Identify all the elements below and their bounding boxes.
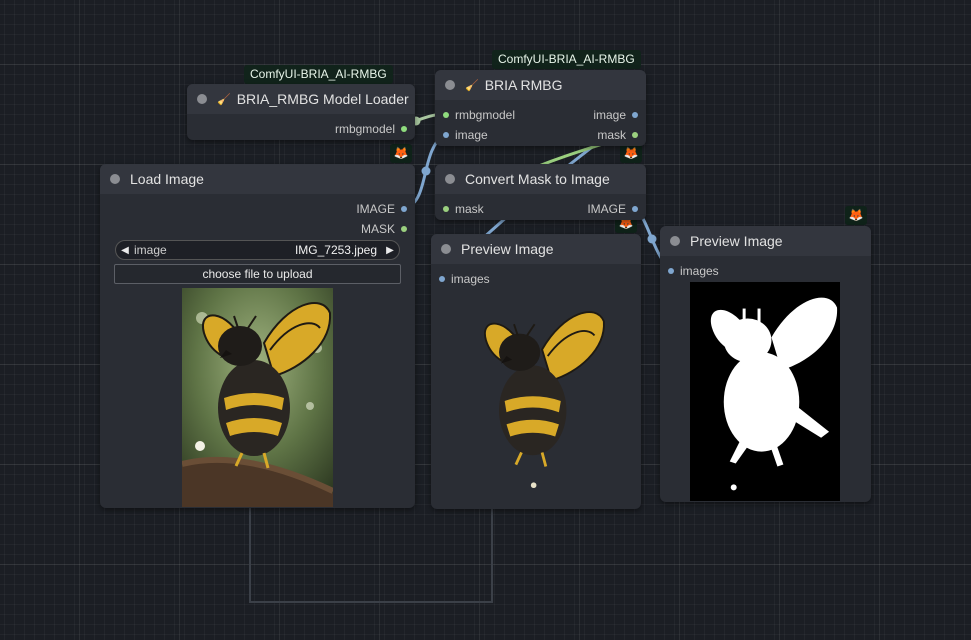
output-mask[interactable]: MASK xyxy=(361,222,407,236)
node-preview-mask[interactable]: Preview Image images xyxy=(660,226,871,502)
node-title: Load Image xyxy=(130,171,204,187)
image-combo[interactable]: ◀ image IMG_7253.jpeg ▶ xyxy=(115,240,400,260)
output-pin[interactable] xyxy=(632,132,638,138)
node-preview-image[interactable]: Preview Image images xyxy=(431,234,641,509)
node-model-loader[interactable]: 🧹 BRIA_RMBG Model Loader rmbgmodel xyxy=(187,84,415,140)
input-rmbgmodel[interactable]: rmbgmodel xyxy=(443,108,515,122)
mask-image-result xyxy=(690,282,840,501)
input-pin[interactable] xyxy=(443,112,449,118)
link-midpoint xyxy=(647,234,657,244)
link-midpoint xyxy=(421,166,431,176)
loader-pack-badge: ComfyUI-BRIA_AI-RMBG xyxy=(244,65,393,84)
broom-icon: 🧹 xyxy=(465,79,479,92)
output-image[interactable]: IMAGE xyxy=(587,202,638,216)
input-images[interactable]: images xyxy=(439,272,490,286)
node-canvas[interactable]: ComfyUI-BRIA_AI-RMBG ComfyUI-BRIA_AI-RMB… xyxy=(0,0,971,640)
slot-label: image xyxy=(455,128,488,142)
input-mask[interactable]: mask xyxy=(443,202,484,216)
input-image[interactable]: image xyxy=(443,128,488,142)
input-pin[interactable] xyxy=(439,276,445,282)
fox-icon: 🦊 xyxy=(390,144,412,163)
node-bria-rmbg[interactable]: 🧹 BRIA RMBG rmbgmodel image image mask xyxy=(435,70,646,146)
slot-label: images xyxy=(451,272,490,286)
output-pin[interactable] xyxy=(401,226,407,232)
node-title-bar[interactable]: 🧹 BRIA_RMBG Model Loader xyxy=(187,84,415,114)
slot-label: MASK xyxy=(360,222,395,236)
slot-label: IMAGE xyxy=(356,202,395,216)
fox-icon: 🦊 xyxy=(845,206,867,225)
slot-label: rmbgmodel xyxy=(334,122,395,136)
output-mask[interactable]: mask xyxy=(597,128,638,142)
collapse-dot[interactable] xyxy=(197,94,207,104)
node-title: Convert Mask to Image xyxy=(465,171,610,187)
node-title-bar[interactable]: Preview Image xyxy=(660,226,871,256)
node-title-bar[interactable]: 🧹 BRIA RMBG xyxy=(435,70,646,100)
slot-label: image xyxy=(593,108,626,122)
output-pin[interactable] xyxy=(401,126,407,132)
slot-label: images xyxy=(680,264,719,278)
broom-icon: 🧹 xyxy=(217,93,231,106)
slot-label: mask xyxy=(455,202,484,216)
node-title: BRIA_RMBG Model Loader xyxy=(236,91,409,107)
collapse-dot[interactable] xyxy=(445,80,455,90)
collapse-dot[interactable] xyxy=(445,174,455,184)
collapse-dot[interactable] xyxy=(441,244,451,254)
combo-value: IMG_7253.jpeg xyxy=(294,243,377,257)
source-image xyxy=(182,288,333,507)
arrow-left-icon[interactable]: ◀ xyxy=(116,245,134,256)
input-images[interactable]: images xyxy=(668,264,719,278)
output-pin[interactable] xyxy=(632,206,638,212)
upload-button[interactable]: choose file to upload xyxy=(114,264,401,284)
node-title: Preview Image xyxy=(690,233,783,249)
node-title: BRIA RMBG xyxy=(484,77,563,93)
node-load-image[interactable]: Load Image IMAGE MASK ◀ image IMG_7253.j… xyxy=(100,164,415,508)
node-title-bar[interactable]: Preview Image xyxy=(431,234,641,264)
arrow-right-icon[interactable]: ▶ xyxy=(381,245,399,256)
slot-label: IMAGE xyxy=(587,202,626,216)
output-pin[interactable] xyxy=(401,206,407,212)
output-image[interactable]: IMAGE xyxy=(356,202,407,216)
collapse-dot[interactable] xyxy=(110,174,120,184)
slot-label: mask xyxy=(597,128,626,142)
slot-label: rmbgmodel xyxy=(455,108,516,122)
output-image[interactable]: image xyxy=(593,108,638,122)
input-pin[interactable] xyxy=(443,206,449,212)
combo-label: image xyxy=(134,243,167,257)
fox-icon: 🦊 xyxy=(620,144,642,163)
rmbg-pack-badge: ComfyUI-BRIA_AI-RMBG xyxy=(492,50,641,69)
input-pin[interactable] xyxy=(443,132,449,138)
node-convert-mask[interactable]: Convert Mask to Image mask IMAGE xyxy=(435,164,646,220)
output-rmbgmodel[interactable]: rmbgmodel xyxy=(335,122,407,136)
node-title: Preview Image xyxy=(461,241,554,257)
preview-image-result xyxy=(461,298,611,503)
output-pin[interactable] xyxy=(632,112,638,118)
collapse-dot[interactable] xyxy=(670,236,680,246)
input-pin[interactable] xyxy=(668,268,674,274)
node-title-bar[interactable]: Convert Mask to Image xyxy=(435,164,646,194)
node-title-bar[interactable]: Load Image xyxy=(100,164,415,194)
